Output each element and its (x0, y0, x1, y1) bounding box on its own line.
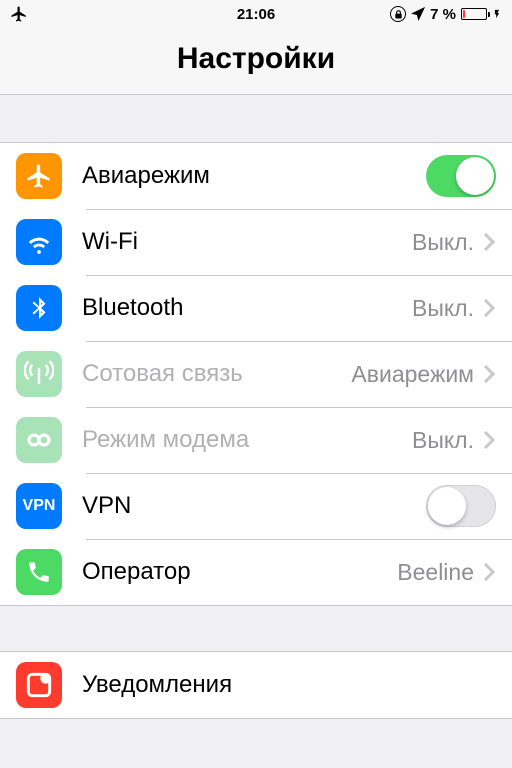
vpn-toggle[interactable] (426, 485, 496, 527)
carrier-value: Beeline (397, 559, 474, 586)
status-right: 7 % (362, 6, 502, 23)
wifi-icon (16, 219, 62, 265)
group-spacer (0, 95, 512, 143)
notifications-row[interactable]: Уведомления (0, 652, 512, 718)
settings-group-connectivity: Авиарежим Wi-Fi Выкл. Bluetooth Выкл. Со… (0, 143, 512, 606)
phone-icon (16, 549, 62, 595)
chevron-right-icon (482, 560, 496, 584)
airplane-mode-row[interactable]: Авиарежим (0, 143, 512, 209)
bluetooth-label: Bluetooth (82, 294, 412, 322)
airplane-label: Авиарежим (82, 162, 426, 190)
battery-percent: 7 % (430, 6, 456, 23)
chevron-right-icon (482, 230, 496, 254)
status-left (10, 5, 150, 23)
bluetooth-value: Выкл. (412, 295, 474, 322)
airplane-toggle[interactable] (426, 155, 496, 197)
nav-header: Настройки (0, 28, 512, 95)
hotspot-row[interactable]: Режим модема Выкл. (0, 407, 512, 473)
cellular-label: Сотовая связь (82, 360, 351, 388)
group-spacer (0, 606, 512, 652)
vpn-row[interactable]: VPN VPN (0, 473, 512, 539)
chevron-right-icon (482, 362, 496, 386)
status-time: 21:06 (150, 6, 362, 23)
vpn-icon: VPN (16, 483, 62, 529)
charging-icon (492, 7, 502, 21)
chevron-right-icon (482, 296, 496, 320)
bluetooth-row[interactable]: Bluetooth Выкл. (0, 275, 512, 341)
wifi-label: Wi-Fi (82, 228, 412, 256)
vpn-label: VPN (82, 492, 426, 520)
airplane-icon (16, 153, 62, 199)
page-title: Настройки (0, 42, 512, 76)
hotspot-label: Режим модема (82, 426, 412, 454)
chevron-right-icon (482, 428, 496, 452)
hotspot-value: Выкл. (412, 427, 474, 454)
carrier-label: Оператор (82, 558, 397, 586)
carrier-row[interactable]: Оператор Beeline (0, 539, 512, 605)
wifi-row[interactable]: Wi-Fi Выкл. (0, 209, 512, 275)
settings-group-notifications: Уведомления (0, 652, 512, 719)
notifications-label: Уведомления (82, 671, 496, 699)
wifi-value: Выкл. (412, 229, 474, 256)
vpn-tile-text: VPN (23, 497, 56, 515)
airplane-status-icon (10, 5, 28, 23)
bluetooth-icon (16, 285, 62, 331)
notifications-icon (16, 662, 62, 708)
status-bar: 21:06 7 % (0, 0, 512, 28)
orientation-lock-icon (390, 6, 406, 22)
cellular-row[interactable]: Сотовая связь Авиарежим (0, 341, 512, 407)
cellular-value: Авиарежим (351, 361, 474, 388)
hotspot-icon (16, 417, 62, 463)
location-icon (411, 7, 425, 21)
battery-icon (461, 8, 487, 20)
cellular-icon (16, 351, 62, 397)
